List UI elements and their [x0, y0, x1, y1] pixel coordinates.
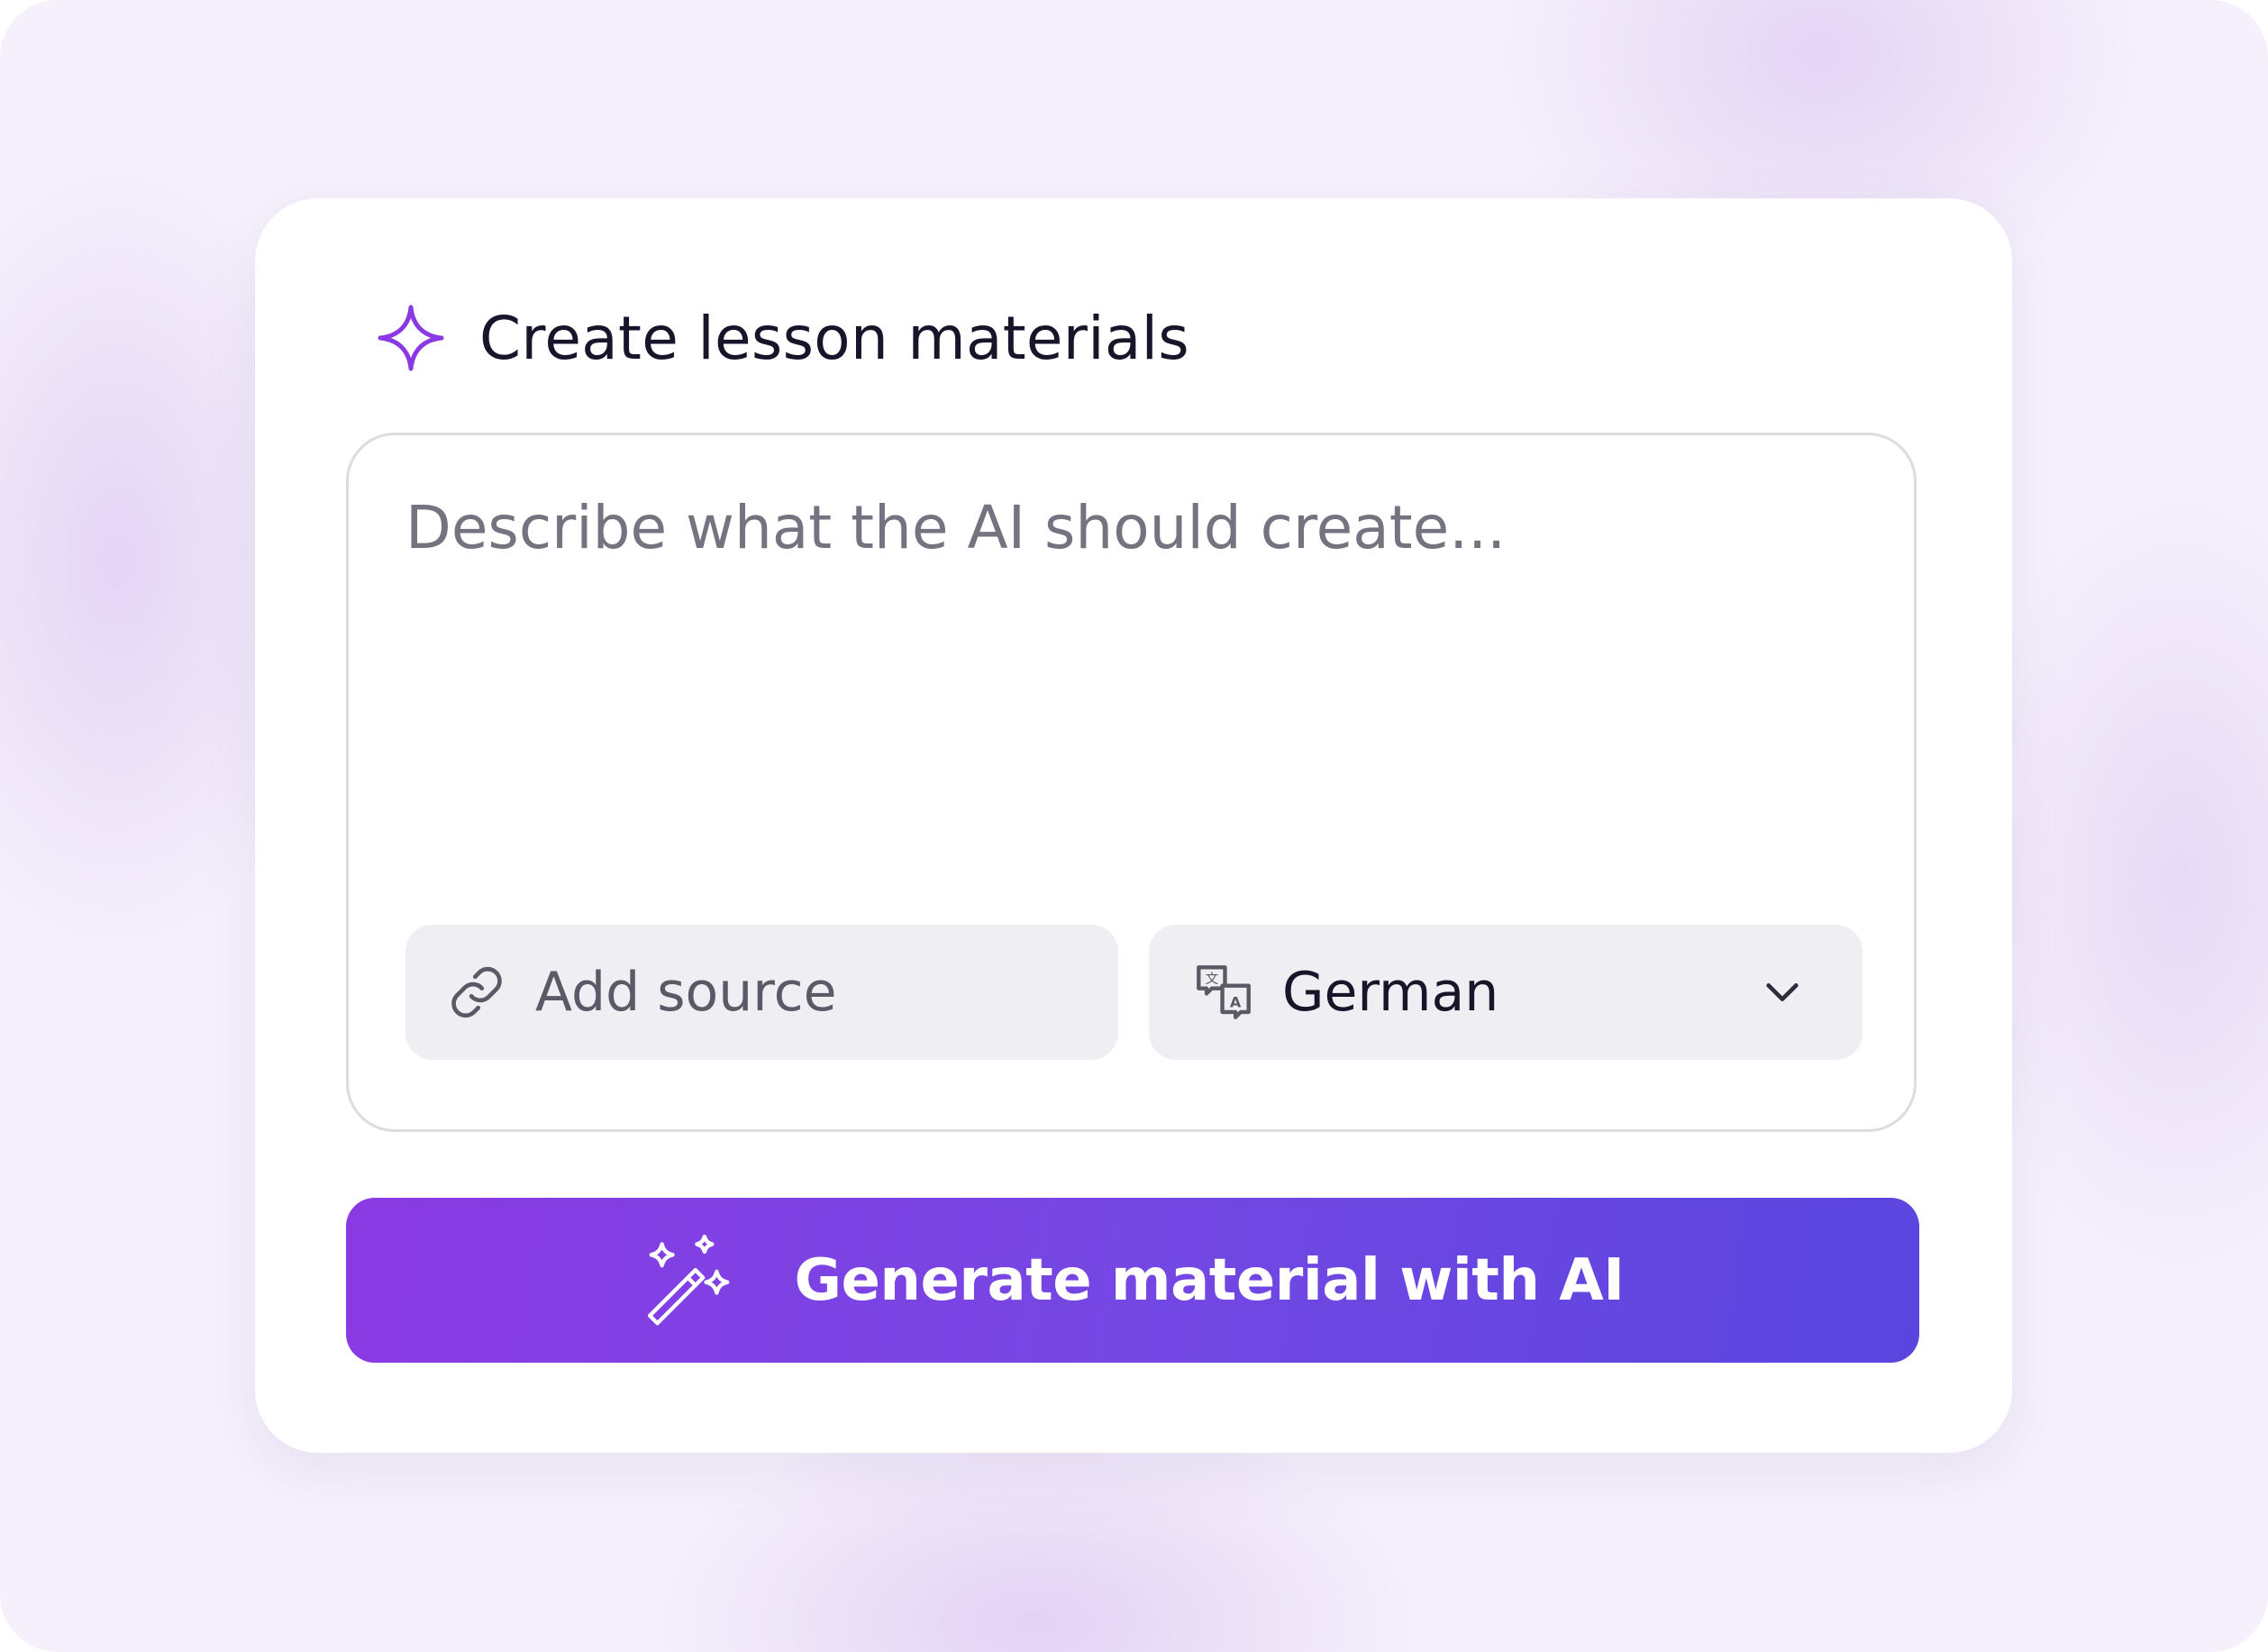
page-background: Create lesson materials Add source 文 A G… [0, 0, 2268, 1652]
link-icon [451, 967, 502, 1018]
svg-text:文: 文 [1206, 972, 1219, 987]
card-header: Create lesson materials [377, 293, 1189, 383]
translate-icon: 文 A [1197, 965, 1251, 1019]
generate-material-button[interactable]: Generate material with AI [346, 1198, 1919, 1363]
create-materials-card: Create lesson materials Add source 文 A G… [255, 198, 2012, 1453]
language-selected-value: German [1282, 961, 1499, 1024]
add-source-button[interactable]: Add source [405, 925, 1118, 1060]
magic-wand-icon [648, 1234, 730, 1325]
generate-button-label: Generate material with AI [794, 1246, 1625, 1314]
page-title: Create lesson materials [479, 303, 1189, 373]
chevron-down-icon [1766, 983, 1799, 1001]
prompt-input[interactable] [405, 488, 1847, 884]
svg-text:A: A [1230, 993, 1242, 1010]
language-select[interactable]: 文 A German [1149, 925, 1863, 1060]
sparkle-icon [378, 305, 444, 371]
add-source-label: Add source [535, 961, 837, 1024]
prompt-container: Add source 文 A German [346, 433, 1917, 1132]
